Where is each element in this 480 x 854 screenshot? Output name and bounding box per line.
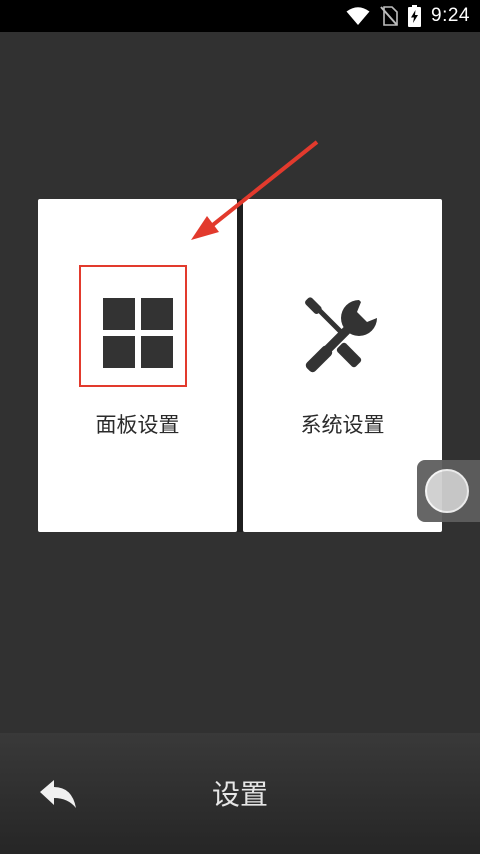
floating-ball-icon <box>425 469 469 513</box>
floating-assistive-button[interactable] <box>417 460 480 522</box>
panel-settings-label: 面板设置 <box>95 413 180 437</box>
tools-icon <box>305 297 377 373</box>
status-icons: 9:24 <box>346 0 470 32</box>
grid-icon <box>103 298 173 368</box>
highlight-box <box>79 265 187 387</box>
system-settings-card[interactable]: 系统设置 <box>243 199 442 532</box>
wifi-icon <box>346 6 370 26</box>
no-sim-icon <box>380 6 398 26</box>
status-time: 9:24 <box>431 5 470 26</box>
battery-charging-icon <box>408 5 422 27</box>
status-bar: 9:24 <box>0 0 480 32</box>
page-title: 设置 <box>211 778 268 811</box>
panel-settings-card[interactable]: 面板设置 <box>38 199 237 532</box>
bottom-bar: 设置 <box>0 733 480 854</box>
system-settings-label: 系统设置 <box>300 413 385 437</box>
